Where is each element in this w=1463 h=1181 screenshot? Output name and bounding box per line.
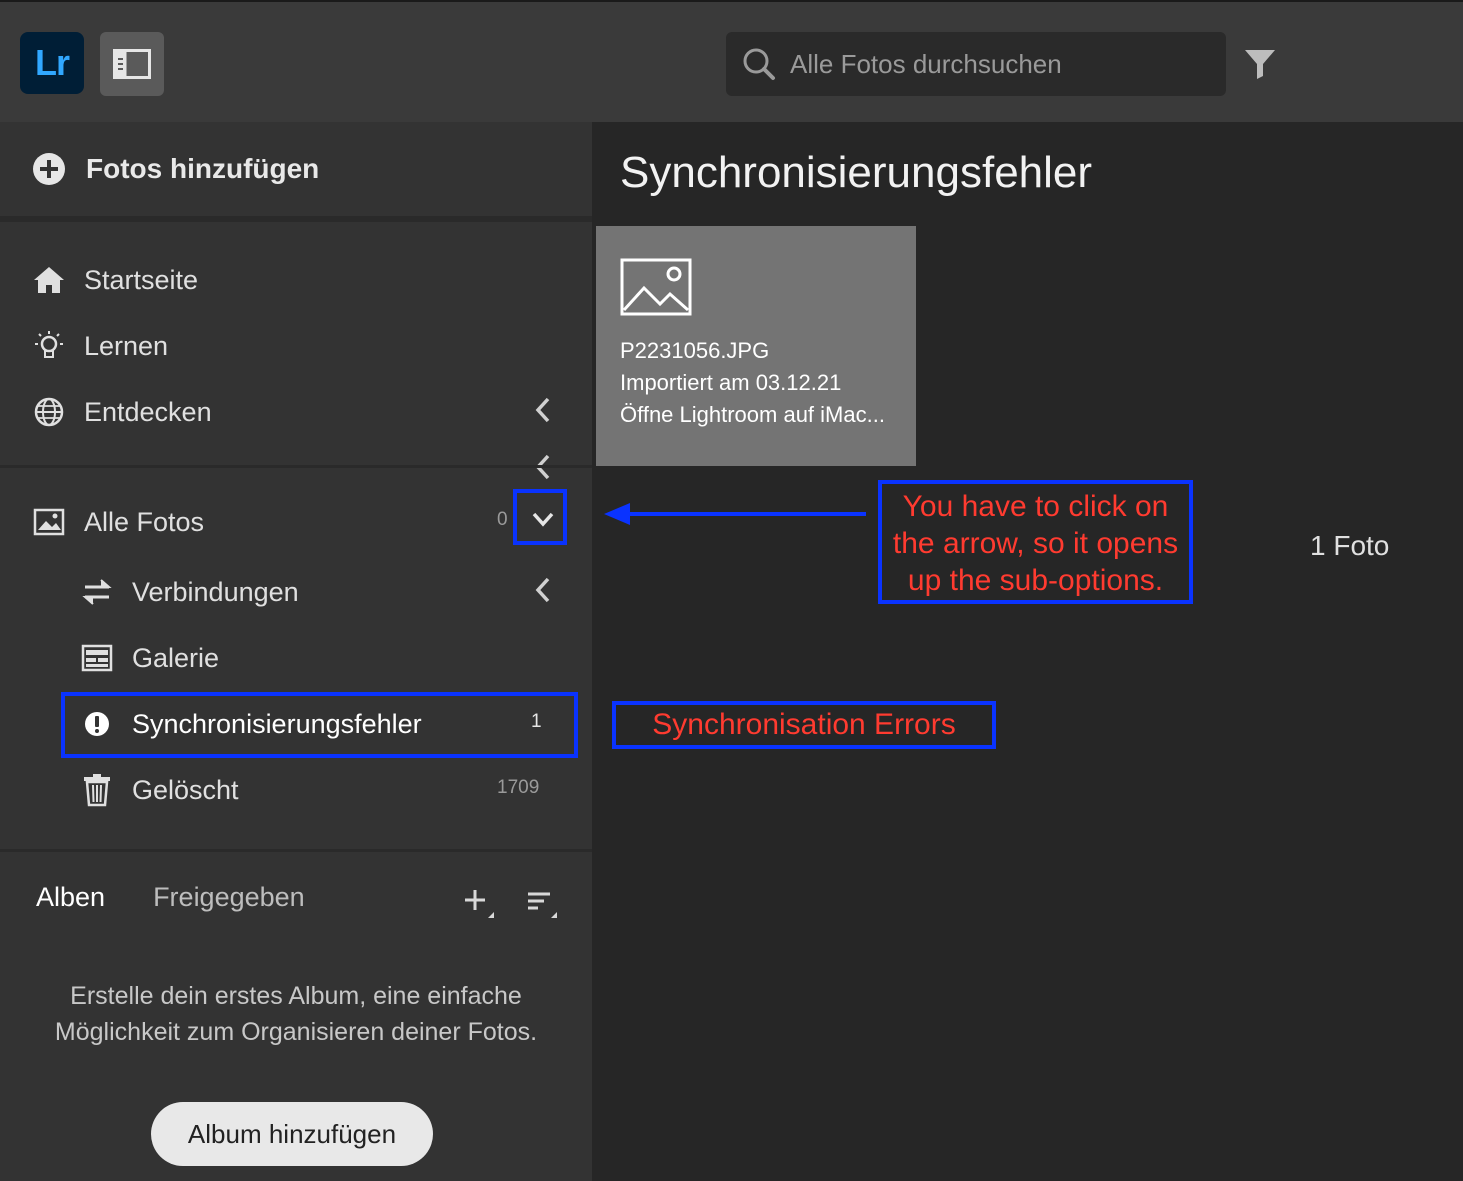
deleted-count: 1709 (497, 777, 540, 798)
sidebar-item-label: Galerie (132, 642, 220, 673)
photo-import-date: Importiert am 03.12.21 (620, 370, 842, 395)
photo-icon (32, 505, 66, 539)
sort-icon[interactable] (526, 888, 560, 920)
globe-icon (32, 395, 66, 429)
sidebar-item-label: Verbindungen (132, 576, 299, 607)
sidebar-item-home[interactable]: Startseite (32, 255, 198, 305)
divider (0, 465, 592, 468)
annotation-note-line: the arrow, so it opens (892, 527, 1179, 560)
trash-icon (80, 773, 114, 807)
sidebar-item-gallery[interactable]: Galerie (80, 633, 219, 683)
sidebar-item-connections[interactable]: Verbindungen (80, 567, 299, 617)
photo-sync-hint: Öffne Lightroom auf iMac... (620, 402, 885, 427)
sidebar-item-label: Entdecken (84, 396, 212, 427)
search-bar[interactable] (726, 32, 1226, 96)
sidebar-item-deleted[interactable]: Gelöscht (80, 765, 239, 815)
album-empty-text: Erstelle dein erstes Album, eine einfach… (0, 978, 592, 1050)
annotation-highlight-sync-errors (61, 692, 578, 758)
photo-filename: P2231056.JPG (620, 338, 770, 363)
sidebar-item-label: Startseite (84, 264, 199, 295)
plus-circle-icon (33, 153, 65, 185)
photo-card[interactable]: P2231056.JPG Importiert am 03.12.21 Öffn… (596, 226, 916, 466)
sidebar-item-learn[interactable]: Lernen (32, 321, 168, 371)
add-album-icon[interactable] (464, 886, 496, 920)
divider (0, 849, 592, 852)
panel-toggle-button[interactable] (100, 32, 164, 96)
add-photos-label: Fotos hinzufügen (86, 153, 320, 184)
annotation-note-line: You have to click on (902, 490, 1169, 523)
sidebar-item-label: Gelöscht (132, 774, 239, 805)
photo-count: 1 Foto (1310, 530, 1390, 561)
image-placeholder-icon (620, 258, 692, 316)
lightroom-logo[interactable]: Lr (20, 32, 84, 94)
filter-icon[interactable] (1242, 46, 1278, 82)
logo-text: Lr (35, 42, 70, 83)
page-title: Synchronisierungsfehler (620, 148, 1093, 197)
sidebar-item-all-photos[interactable]: Alle Fotos (32, 497, 204, 547)
chevron-left-icon[interactable] (532, 575, 554, 605)
sidebar-panel-icon (113, 49, 151, 79)
annotation-arrow-icon (604, 503, 866, 525)
home-icon (32, 263, 66, 297)
lightbulb-icon (32, 329, 66, 363)
search-input[interactable] (790, 48, 1210, 80)
sidebar-item-label: Alle Fotos (84, 506, 205, 537)
album-empty-line: Möglichkeit zum Organisieren deiner Foto… (54, 1018, 538, 1046)
tab-shared[interactable]: Freigegeben (153, 882, 305, 913)
annotation-note-line: up the sub-options. (907, 564, 1164, 597)
sidebar-item-discover[interactable]: Entdecken (32, 387, 212, 437)
add-photos-button[interactable]: Fotos hinzufügen (0, 122, 592, 222)
add-album-button[interactable]: Album hinzufügen (151, 1102, 433, 1166)
sidebar-item-label: Lernen (84, 330, 169, 361)
top-bar: Lr (0, 0, 1463, 122)
annotation-sync-text: Synchronisation Errors (652, 708, 956, 741)
annotation-highlight-chevron (513, 489, 567, 545)
album-empty-line: Erstelle dein erstes Album, eine einfach… (70, 982, 522, 1010)
search-icon (742, 47, 776, 81)
gallery-icon (80, 641, 114, 675)
swap-arrows-icon (80, 575, 114, 609)
chevron-left-icon[interactable] (532, 395, 554, 425)
album-tabs: Alben Freigegeben (36, 882, 353, 913)
annotation-note-text: You have to click on the arrow, so it op… (882, 488, 1189, 599)
sidebar: Fotos hinzufügen Startseite Lernen Entde… (0, 122, 592, 1181)
all-photos-count: 0 (497, 509, 508, 530)
tab-albums[interactable]: Alben (36, 882, 105, 913)
